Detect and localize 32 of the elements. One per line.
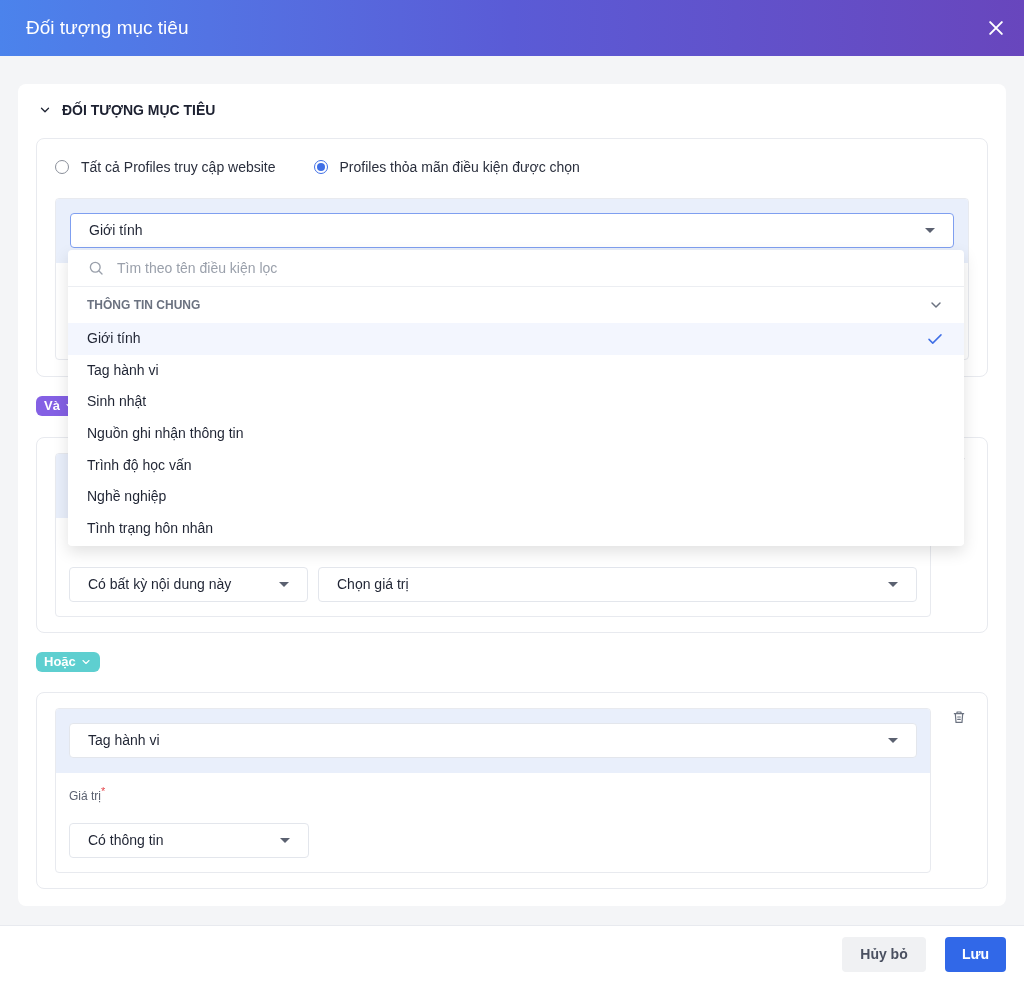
radio-option[interactable]: Profiles thỏa mãn điều kiện được chọn bbox=[313, 156, 580, 178]
radio-option[interactable]: Tất cả Profiles truy cập website bbox=[55, 156, 276, 178]
close-button[interactable] bbox=[986, 18, 1006, 38]
menu-item[interactable]: Trình độ học vấn bbox=[68, 449, 964, 481]
select-field[interactable]: Chọn giá trị bbox=[318, 567, 917, 602]
select-field[interactable]: Có thông tin bbox=[69, 823, 309, 858]
select-field[interactable]: Có bất kỳ nội dung này bbox=[69, 567, 308, 602]
caret-icon bbox=[925, 228, 935, 233]
group-header[interactable]: THÔNG TIN CHUNG bbox=[68, 287, 964, 323]
dialog-title: Đối tượng mục tiêu bbox=[26, 15, 189, 40]
caret-icon bbox=[279, 582, 289, 587]
menu-item[interactable]: Tình trạng hôn nhân bbox=[68, 512, 964, 545]
search-icon bbox=[87, 259, 105, 277]
caret-icon bbox=[280, 838, 290, 843]
menu-item[interactable]: Nghề nghiệp bbox=[68, 480, 964, 513]
search-field[interactable]: Tìm theo tên điều kiện lọc bbox=[117, 257, 945, 279]
cancel-button[interactable]: Hủy bỏ bbox=[842, 936, 926, 972]
trash-icon bbox=[951, 709, 967, 725]
menu-item[interactable]: Giới tính bbox=[68, 323, 964, 355]
delete-button[interactable] bbox=[951, 709, 967, 725]
save-button[interactable]: Lưu bbox=[945, 936, 1006, 972]
caret-icon bbox=[888, 738, 898, 743]
menu-item[interactable]: Nguồn ghi nhận thông tin bbox=[68, 417, 964, 450]
radio-label: Profiles thỏa mãn điều kiện được chọn bbox=[339, 157, 580, 177]
section-title: ĐỐI TƯỢNG MỤC TIÊU bbox=[62, 100, 216, 120]
menu-item[interactable]: Sinh nhật bbox=[68, 386, 964, 418]
caret-icon bbox=[888, 582, 898, 587]
close-icon bbox=[986, 18, 1006, 38]
menu-item[interactable]: Tag hành vi bbox=[68, 354, 964, 387]
select-field[interactable]: Giới tính bbox=[70, 213, 954, 248]
radio-label: Tất cả Profiles truy cập website bbox=[81, 157, 276, 177]
select-field[interactable]: Tag hành vi bbox=[69, 723, 917, 758]
